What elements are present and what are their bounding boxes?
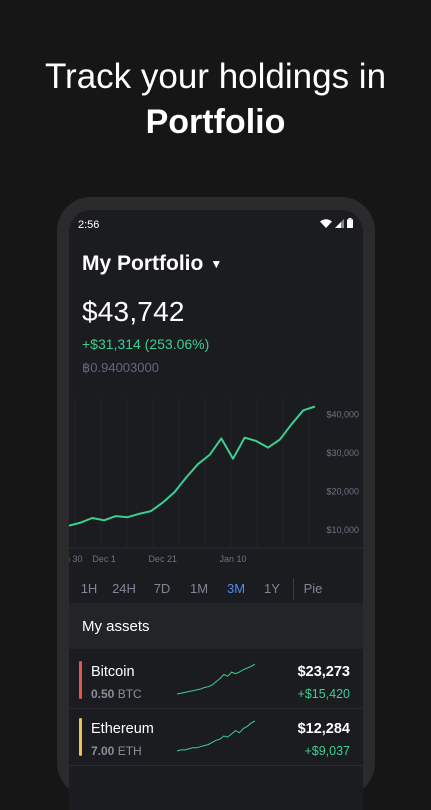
- chart-series-line: [69, 407, 315, 526]
- assets-header-title: My assets: [82, 618, 150, 635]
- asset-row-bitcoin[interactable]: Bitcoin 0.50 BTC $23,273 +$15,420: [69, 656, 363, 712]
- asset-color-bar: [79, 661, 82, 699]
- chart-y-tick-label: $20,000: [326, 486, 359, 496]
- asset-separator: [69, 708, 363, 709]
- range-tab-1y[interactable]: 1Y: [257, 581, 287, 596]
- asset-quantity: 7.00 ETH: [91, 744, 142, 758]
- asset-price: $23,273: [298, 664, 350, 680]
- sparkline-path: [177, 721, 255, 751]
- chart-x-tick-label: Jan 10: [219, 554, 246, 564]
- chart-x-tick-label: Jan 30: [69, 554, 83, 564]
- portfolio-selector[interactable]: My Portfolio ▼: [82, 252, 222, 276]
- asset-qty-value: 0.50: [91, 687, 114, 701]
- chart-y-tick-label: $10,000: [326, 525, 359, 535]
- asset-symbol: ETH: [118, 744, 142, 758]
- signal-icon: [335, 219, 344, 228]
- portfolio-btc-value: ฿0.94003000: [82, 360, 159, 376]
- headline-line1: Track your holdings in: [0, 56, 431, 98]
- asset-sparkline: [177, 660, 255, 698]
- range-tab-7d[interactable]: 7D: [147, 581, 177, 596]
- asset-name: Ethereum: [91, 721, 154, 737]
- asset-row-ethereum[interactable]: Ethereum 7.00 ETH $12,284 +$9,037: [69, 713, 363, 769]
- wifi-icon: [320, 219, 332, 228]
- portfolio-title: My Portfolio: [82, 252, 203, 276]
- headline: Track your holdings in Portfolio: [0, 56, 431, 143]
- chart-x-tick-label: Dec 21: [148, 554, 177, 564]
- asset-quantity: 0.50 BTC: [91, 687, 142, 701]
- asset-name: Bitcoin: [91, 664, 135, 680]
- asset-symbol: BTC: [118, 687, 142, 701]
- asset-separator: [69, 765, 363, 766]
- phone-frame: 2:56 My Portfolio ▼ $43,742 +$31,314 (25…: [57, 197, 375, 797]
- asset-gain: +$9,037: [304, 744, 350, 758]
- headline-line2: Portfolio: [0, 101, 431, 143]
- asset-color-bar: [79, 718, 82, 756]
- portfolio-value: $43,742: [82, 296, 185, 328]
- caret-down-icon: ▼: [210, 257, 222, 271]
- status-icons: [320, 218, 353, 228]
- range-tab-1h[interactable]: 1H: [74, 581, 104, 596]
- asset-price: $12,284: [298, 721, 350, 737]
- range-separator: [293, 578, 294, 600]
- chart-y-tick-label: $30,000: [326, 448, 359, 458]
- portfolio-change: +$31,314 (253.06%): [82, 336, 209, 352]
- sparkline-path: [177, 664, 255, 694]
- range-tab-1m[interactable]: 1M: [184, 581, 214, 596]
- battery-icon: [347, 218, 353, 228]
- status-time: 2:56: [78, 219, 99, 231]
- range-tab-3m[interactable]: 3M: [221, 581, 251, 596]
- range-tab-24h[interactable]: 24H: [109, 581, 139, 596]
- asset-gain: +$15,420: [298, 687, 350, 701]
- assets-header: My assets: [69, 603, 363, 649]
- chart-x-tick-label: Dec 1: [92, 554, 116, 564]
- phone-screen: 2:56 My Portfolio ▼ $43,742 +$31,314 (25…: [69, 210, 363, 810]
- asset-qty-value: 7.00: [91, 744, 114, 758]
- range-tab-pie[interactable]: Pie: [298, 581, 328, 596]
- portfolio-chart[interactable]: $10,000 $20,000 $30,000 $40,000 Dec 1 Dec 21 J…: [69, 398, 363, 570]
- chart-y-tick-label: $40,000: [326, 409, 359, 419]
- asset-sparkline: [177, 717, 255, 755]
